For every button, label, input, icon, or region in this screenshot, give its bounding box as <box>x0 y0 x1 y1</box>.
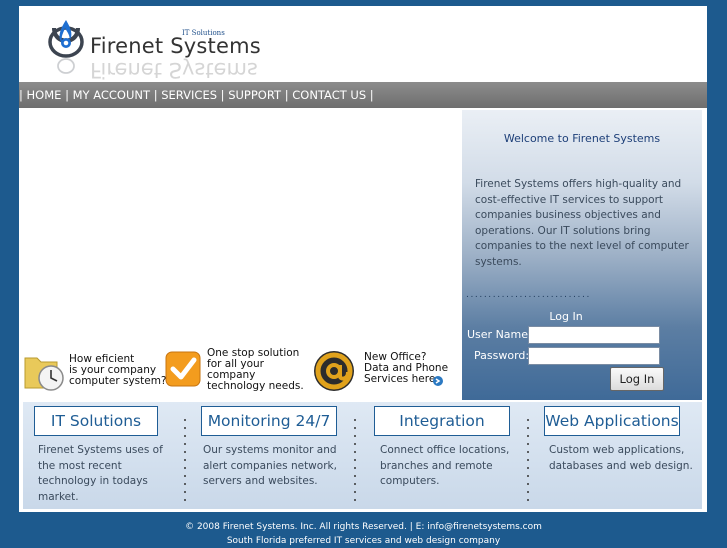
site-title[interactable]: Firenet Systems <box>90 34 261 58</box>
header: IT Solutions Firenet Systems Firenet Sys… <box>19 6 707 82</box>
clock-folder-icon <box>24 357 64 391</box>
footer-tagline: South Florida preferred IT services and … <box>226 536 501 546</box>
hero-area: How eficient is your company computer sy… <box>19 108 460 400</box>
promo-new-office[interactable]: New Office? Data and Phone Services here <box>310 346 450 396</box>
password-input[interactable] <box>528 347 660 365</box>
feature-desc-integration: Connect office locations, branches and r… <box>380 444 510 487</box>
dotted-divider: ............................ <box>466 290 591 300</box>
main-nav: | HOME | MY ACCOUNT | SERVICES | SUPPORT… <box>19 82 707 108</box>
feature-title-web-applications[interactable]: Web Applications <box>544 406 680 436</box>
footer: © 2008 Firenet Systems. Inc. All rights … <box>0 520 727 548</box>
password-label: Password: <box>474 349 530 362</box>
welcome-title: Welcome to Firenet Systems <box>503 132 661 145</box>
username-input[interactable] <box>528 326 660 344</box>
login-title: Log In <box>549 310 583 323</box>
checkmark-icon <box>165 351 201 387</box>
feature-desc-it-solutions: Firenet Systems uses of the most recent … <box>38 444 163 503</box>
flame-logo-icon[interactable] <box>46 14 86 58</box>
feature-desc-monitoring: Our systems monitor and alert companies … <box>203 444 337 487</box>
feature-title-integration[interactable]: Integration <box>374 406 510 436</box>
feature-divider <box>527 416 529 506</box>
nav-home[interactable]: HOME <box>27 88 62 102</box>
nav-contact-us[interactable]: CONTACT US <box>292 88 366 102</box>
arrow-right-icon[interactable] <box>433 376 443 386</box>
feature-desc-web-applications: Custom web applications, databases and w… <box>549 444 693 472</box>
welcome-panel: Welcome to Firenet Systems Firenet Syste… <box>462 110 702 400</box>
username-label: User Name: <box>467 328 532 341</box>
feature-divider <box>184 416 186 506</box>
promo-one-stop[interactable]: One stop solution for all your company t… <box>164 346 304 396</box>
promo-text: One stop solution for all your company t… <box>207 347 304 392</box>
promo-efficiency[interactable]: How eficient is your company computer sy… <box>23 346 167 396</box>
feature-title-monitoring[interactable]: Monitoring 24/7 <box>201 406 337 436</box>
nav-services[interactable]: SERVICES <box>161 88 217 102</box>
feature-divider <box>354 416 356 506</box>
welcome-body: Firenet Systems offers high-quality and … <box>475 178 689 268</box>
promo-text: How eficient is your company computer sy… <box>69 353 167 387</box>
at-sign-icon <box>314 351 354 391</box>
nav-support[interactable]: SUPPORT <box>228 88 281 102</box>
nav-my-account[interactable]: MY ACCOUNT <box>73 88 150 102</box>
login-button[interactable]: Log In <box>610 367 664 391</box>
site-title-reflection: Firenet Systems <box>90 58 258 82</box>
features-section: IT Solutions Firenet Systems uses of the… <box>23 402 702 509</box>
page-container: IT Solutions Firenet Systems Firenet Sys… <box>19 6 707 512</box>
logo-reflection-icon <box>57 58 75 74</box>
footer-copyright: © 2008 Firenet Systems. Inc. All rights … <box>185 522 542 532</box>
feature-title-it-solutions[interactable]: IT Solutions <box>34 406 158 436</box>
